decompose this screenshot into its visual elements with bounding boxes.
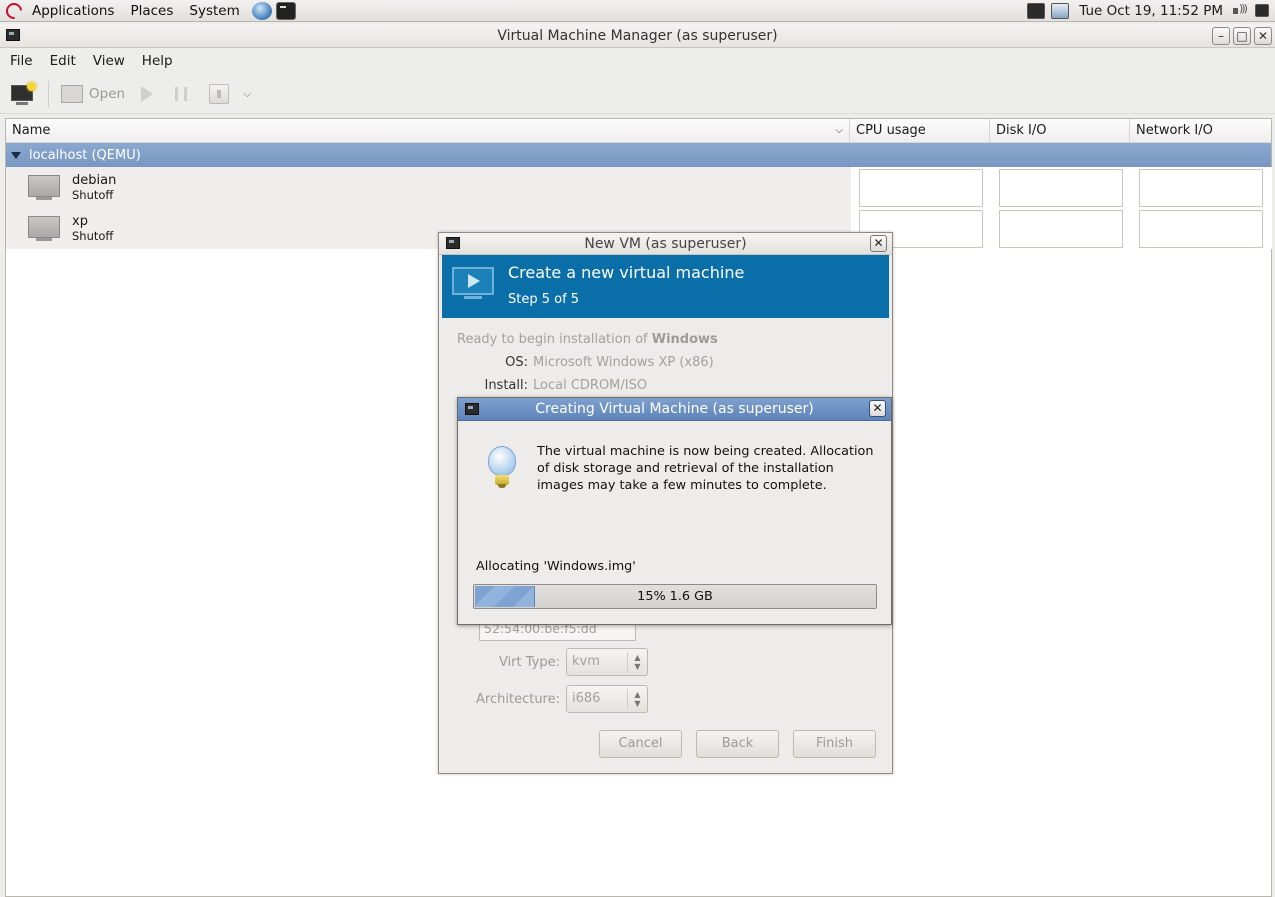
install-value: Local CDROM/ISO (533, 378, 648, 393)
monitor-tray-icon[interactable] (1255, 4, 1269, 17)
new-vm-title: New VM (as superuser) (584, 236, 747, 252)
panel-menu-applications[interactable]: Applications (24, 3, 122, 19)
creating-vm-close-button[interactable]: ✕ (869, 400, 886, 417)
wizard-title: Create a new virtual machine (508, 263, 745, 282)
network-io-graph (1139, 210, 1263, 248)
os-label: OS: (505, 355, 528, 370)
lightbulb-icon (486, 446, 518, 492)
network-io-graph (1139, 169, 1263, 207)
column-disk-io[interactable]: Disk I/O (990, 119, 1130, 142)
main-window-title: Virtual Machine Manager (as superuser) (497, 28, 778, 44)
debian-logo-icon[interactable] (2, 0, 26, 22)
display-tray-icon[interactable] (1051, 2, 1070, 19)
window-menu-icon[interactable] (446, 237, 460, 249)
window-menu-icon[interactable] (6, 29, 20, 41)
pause-button[interactable] (175, 86, 188, 101)
architecture-label: Architecture: (476, 692, 560, 707)
connection-name: localhost (QEMU) (29, 147, 141, 163)
vm-status: Shutoff (72, 187, 114, 202)
toolbar-separator (48, 80, 49, 107)
menu-help[interactable]: Help (132, 53, 180, 69)
creating-vm-titlebar[interactable]: Creating Virtual Machine (as superuser) … (458, 398, 891, 421)
ready-vm-name: Windows (651, 332, 718, 347)
creating-vm-title: Creating Virtual Machine (as superuser) (535, 401, 814, 417)
os-value: Microsoft Windows XP (x86) (533, 355, 714, 370)
panel-menu-system[interactable]: System (181, 3, 247, 19)
vm-status: Shutoff (72, 228, 114, 243)
network-tray-icon[interactable] (1027, 2, 1046, 19)
progress-text: 15% 1.6 GB (637, 589, 713, 604)
panel-clock[interactable]: Tue Oct 19, 11:52 PM (1075, 3, 1227, 19)
wizard-step: Step 5 of 5 (508, 292, 580, 307)
creating-vm-dialog: Creating Virtual Machine (as superuser) … (457, 397, 892, 625)
new-vm-button[interactable] (10, 81, 36, 106)
globe-launcher-icon[interactable] (251, 1, 272, 20)
open-button[interactable]: Open (89, 86, 125, 102)
vm-row-debian[interactable]: debian Shutoff (6, 167, 1272, 208)
maximize-button[interactable]: □ (1233, 27, 1251, 45)
menubar: File Edit View Help (0, 49, 1275, 72)
close-button[interactable]: ✕ (1254, 27, 1272, 45)
column-network-io[interactable]: Network I/O (1130, 119, 1271, 142)
menu-view[interactable]: View (83, 53, 132, 69)
vm-monitor-icon (28, 174, 60, 201)
virt-type-label: Virt Type: (498, 655, 560, 670)
back-button[interactable]: Back (696, 730, 779, 758)
virt-type-select[interactable]: kvm ▲ ▼ (566, 648, 648, 676)
minimize-button[interactable]: – (1212, 27, 1230, 45)
vm-list-header: Name ⌵ CPU usage Disk I/O Network I/O (6, 119, 1271, 143)
disk-io-graph (999, 210, 1123, 248)
open-console-icon[interactable] (61, 84, 83, 103)
vm-monitor-icon (28, 215, 60, 242)
finish-button[interactable]: Finish (793, 730, 876, 758)
vm-name: xp (72, 213, 88, 229)
menu-file[interactable]: File (0, 53, 40, 69)
column-cpu-usage[interactable]: CPU usage (850, 119, 990, 142)
top-panel: Applications Places System Tue Oct 19, 1… (0, 0, 1275, 22)
window-menu-icon[interactable] (465, 403, 479, 415)
architecture-select[interactable]: i686 ▲ ▼ (566, 685, 648, 713)
toolbar: Open ⌵ (0, 74, 1275, 114)
run-button[interactable] (141, 85, 154, 102)
cpu-usage-graph (859, 169, 983, 207)
new-vm-close-button[interactable]: ✕ (870, 235, 887, 252)
expander-triangle-icon[interactable] (11, 151, 21, 159)
panel-menu-places[interactable]: Places (122, 3, 181, 19)
chevron-updown-icon: ▲ ▼ (627, 652, 647, 672)
install-label: Install: (484, 378, 528, 393)
ready-summary: Ready to begin installation of Windows (457, 332, 718, 347)
chevron-down-icon[interactable]: ⌵ (835, 125, 843, 136)
system-tray: Tue Oct 19, 11:52 PM (1027, 2, 1275, 19)
disk-io-graph (999, 169, 1123, 207)
terminal-launcher-icon[interactable] (275, 1, 296, 20)
allocating-label: Allocating 'Windows.img' (476, 559, 636, 574)
main-window-titlebar[interactable]: Virtual Machine Manager (as superuser) –… (0, 24, 1275, 48)
allocation-progress-bar: 15% 1.6 GB (473, 584, 877, 609)
shutdown-menu-chevron-icon[interactable]: ⌵ (243, 87, 251, 101)
volume-icon[interactable] (1233, 2, 1249, 18)
chevron-updown-icon: ▲ ▼ (627, 689, 647, 709)
new-vm-titlebar[interactable]: New VM (as superuser) ✕ (439, 233, 892, 255)
column-name[interactable]: Name ⌵ (6, 119, 850, 142)
shutdown-button[interactable] (209, 83, 230, 104)
window-controls: – □ ✕ (1212, 27, 1272, 45)
vm-name: debian (72, 172, 117, 188)
creating-message: The virtual machine is now being created… (537, 444, 874, 493)
cancel-button[interactable]: Cancel (599, 730, 682, 758)
wizard-banner: Create a new virtual machine Step 5 of 5 (442, 255, 889, 318)
connection-row-localhost[interactable]: localhost (QEMU) (6, 143, 1271, 167)
menu-edit[interactable]: Edit (40, 53, 83, 69)
vm-banner-icon (452, 267, 494, 301)
